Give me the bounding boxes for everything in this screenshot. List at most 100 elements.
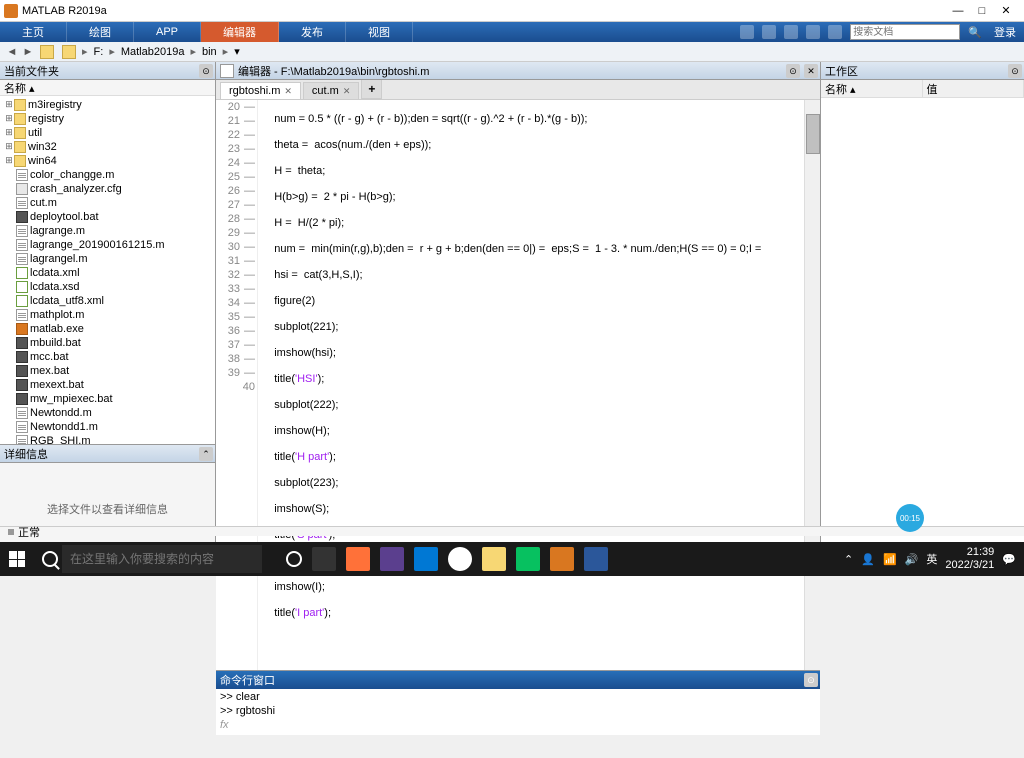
cmdwin-menu-icon[interactable]: ⊙ <box>804 673 818 687</box>
code-editor[interactable]: num = 0.5 * ((r - g) + (r - b));den = sq… <box>258 100 804 670</box>
tab-editor[interactable]: 编辑器 <box>201 22 279 42</box>
breadcrumb-p2[interactable]: bin <box>198 46 221 58</box>
help-icon[interactable] <box>828 25 842 39</box>
paste-icon[interactable] <box>806 25 820 39</box>
tree-file[interactable]: crash_analyzer.cfg <box>2 182 213 196</box>
editor-menu-icon[interactable]: ⊙ <box>786 64 800 78</box>
copy-icon[interactable] <box>784 25 798 39</box>
breadcrumb-p1[interactable]: Matlab2019a <box>117 46 189 58</box>
tray-network-icon[interactable]: 📶 <box>883 553 897 566</box>
tree-folder[interactable]: ⊞m3iregistry <box>2 98 213 112</box>
file-column-name[interactable]: 名称 ▴ <box>0 80 215 96</box>
tab-home[interactable]: 主页 <box>0 22 67 42</box>
file-browser[interactable]: ⊞m3iregistry ⊞registry ⊞util ⊞win32 ⊞win… <box>0 96 215 444</box>
minimize-button[interactable]: — <box>952 5 964 17</box>
tray-ime-icon[interactable]: 英 <box>926 551 937 567</box>
close-button[interactable]: ✕ <box>1000 5 1012 17</box>
editor-tab-active[interactable]: rgbtoshi.m✕ <box>220 82 301 99</box>
tree-file[interactable]: lcdata.xsd <box>2 280 213 294</box>
panel-menu-icon[interactable]: ⊙ <box>199 64 213 78</box>
nav-forward-icon[interactable]: ► <box>20 44 36 60</box>
tree-file[interactable]: Newtondd1.m <box>2 420 213 434</box>
tab-publish[interactable]: 发布 <box>279 22 346 42</box>
taskbar-search-icon[interactable] <box>42 551 58 567</box>
tree-file[interactable]: lcdata_utf8.xml <box>2 294 213 308</box>
tree-file[interactable]: lagrange.m <box>2 224 213 238</box>
tree-file[interactable]: mexext.bat <box>2 378 213 392</box>
tab-view[interactable]: 视图 <box>346 22 413 42</box>
tree-folder[interactable]: ⊞win64 <box>2 154 213 168</box>
tab-close-icon[interactable]: ✕ <box>284 86 292 97</box>
explorer-icon[interactable] <box>482 547 506 571</box>
cortana-icon[interactable] <box>286 551 302 567</box>
editor-tab[interactable]: cut.m✕ <box>303 82 359 99</box>
tree-file[interactable]: mcc.bat <box>2 350 213 364</box>
command-window[interactable]: >> clear >> rgbtoshi fx <box>216 689 820 735</box>
editor-close-icon[interactable]: ✕ <box>804 64 818 78</box>
devtools-icon[interactable] <box>380 547 404 571</box>
tree-file[interactable]: deploytool.bat <box>2 210 213 224</box>
cut-icon[interactable] <box>762 25 776 39</box>
tree-file[interactable]: lagrangel.m <box>2 252 213 266</box>
doc-search-input[interactable] <box>850 24 960 40</box>
tree-file[interactable]: matlab.exe <box>2 322 213 336</box>
taskview-icon[interactable] <box>312 547 336 571</box>
address-bar: ◄ ► ▸ F: ▸ Matlab2019a ▸ bin ▸ ▾ <box>0 42 1024 62</box>
tree-file[interactable]: cut.m <box>2 196 213 210</box>
recorder-badge[interactable]: 00:15 <box>896 504 924 532</box>
firefox-icon[interactable] <box>346 547 370 571</box>
command-window-header: 命令行窗口 ⊙ <box>216 671 820 689</box>
tab-plot[interactable]: 绘图 <box>67 22 134 42</box>
login-button[interactable]: 登录 <box>990 24 1020 40</box>
notifications-icon[interactable]: 💬 <box>1002 553 1016 566</box>
maximize-button[interactable]: □ <box>976 5 988 17</box>
chrome-icon[interactable] <box>448 547 472 571</box>
windows-logo-icon <box>9 551 25 567</box>
search-submit-icon[interactable]: 🔍 <box>968 26 982 39</box>
tray-chevron-icon[interactable]: ⌃ <box>844 553 853 566</box>
tree-folder[interactable]: ⊞util <box>2 126 213 140</box>
editor-header: 编辑器 - F:\Matlab2019a\bin\rgbtoshi.m ⊙ ✕ <box>216 62 820 80</box>
editor-doc-icon <box>220 64 234 78</box>
tab-close-icon[interactable]: ✕ <box>343 86 351 97</box>
addr-dropdown-icon[interactable]: ▾ <box>230 45 244 58</box>
tab-app[interactable]: APP <box>134 22 201 42</box>
tree-folder[interactable]: ⊞registry <box>2 112 213 126</box>
editor-scrollbar[interactable] <box>804 100 820 670</box>
tree-file[interactable]: mathplot.m <box>2 308 213 322</box>
details-collapse-icon[interactable]: ⌃ <box>199 447 213 461</box>
window-title: MATLAB R2019a <box>22 5 952 17</box>
start-button[interactable] <box>0 542 34 576</box>
word-icon[interactable] <box>584 547 608 571</box>
taskbar-search-input[interactable] <box>62 545 262 573</box>
tree-file[interactable]: lcdata.xml <box>2 266 213 280</box>
taskbar-clock[interactable]: 21:39 2022/3/21 <box>945 546 994 572</box>
tree-file[interactable]: Newtondd.m <box>2 406 213 420</box>
tree-file[interactable]: mbuild.bat <box>2 336 213 350</box>
details-message: 选择文件以查看详细信息 <box>0 463 215 554</box>
save-icon[interactable] <box>740 25 754 39</box>
workspace-body[interactable] <box>821 98 1024 554</box>
system-tray[interactable]: ⌃ 👤 📶 🔊 英 21:39 2022/3/21 💬 <box>844 546 1024 572</box>
matlab-icon <box>4 4 18 18</box>
folder-up-icon[interactable] <box>40 45 54 59</box>
tree-file[interactable]: color_changge.m <box>2 168 213 182</box>
tree-file[interactable]: mex.bat <box>2 364 213 378</box>
tree-file[interactable]: lagrange_201900161215.m <box>2 238 213 252</box>
matlab-task-icon[interactable] <box>550 547 574 571</box>
tray-people-icon[interactable]: 👤 <box>861 553 875 566</box>
tab-add-button[interactable]: + <box>361 79 382 99</box>
tree-file[interactable]: mw_mpiexec.bat <box>2 392 213 406</box>
tree-folder[interactable]: ⊞win32 <box>2 140 213 154</box>
edge-icon[interactable] <box>414 547 438 571</box>
tree-file[interactable]: RGB_SHI.m <box>2 434 213 444</box>
folder-icon <box>62 45 76 59</box>
workspace-menu-icon[interactable]: ⊙ <box>1008 64 1022 78</box>
scroll-thumb[interactable] <box>806 114 820 154</box>
nav-back-icon[interactable]: ◄ <box>4 44 20 60</box>
wechat-icon[interactable] <box>516 547 540 571</box>
breadcrumb-drive[interactable]: F: <box>90 46 108 58</box>
tray-volume-icon[interactable]: 🔊 <box>905 553 919 566</box>
workspace-col-name[interactable]: 名称 ▴ <box>821 80 923 97</box>
workspace-col-value[interactable]: 值 <box>923 80 1024 97</box>
